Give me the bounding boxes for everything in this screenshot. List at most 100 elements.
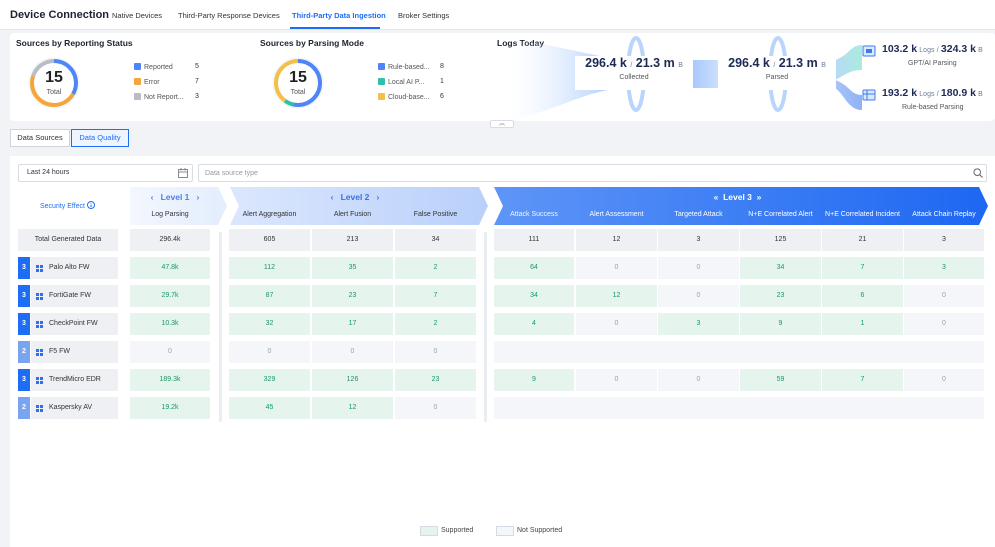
level-1-header: ‹ Level 1 › xyxy=(150,192,200,202)
table-cell: 329 xyxy=(229,369,310,391)
table-cell: 4 xyxy=(494,313,574,335)
table-cell: 0 xyxy=(395,397,476,419)
col-targeted-attack: Targeted Attack xyxy=(674,211,723,218)
data-source-name: F5 FW xyxy=(49,348,70,355)
table-cell: 12 xyxy=(576,285,657,307)
level-badge: 2 xyxy=(18,341,30,363)
table-cell: 0 xyxy=(658,285,739,307)
table-cell: 7 xyxy=(822,369,903,391)
level-badge: 3 xyxy=(18,369,30,391)
legend-supported-swatch xyxy=(420,526,438,536)
legend-not-supported-label: Not Supported xyxy=(517,527,563,534)
table-cell: 0 xyxy=(576,313,657,335)
table-cell: 12 xyxy=(312,397,393,419)
data-source-name: CheckPoint FW xyxy=(49,320,98,327)
app-grid-icon xyxy=(36,349,43,356)
col-attack-success: Attack Success xyxy=(510,211,558,218)
app-grid-icon xyxy=(36,293,43,300)
total-cell: 605 xyxy=(229,229,310,251)
col-ne-correlated-incident: N+E Correlated Incident xyxy=(825,211,900,218)
total-cell: 3 xyxy=(658,229,739,251)
col-alert-aggregation: Alert Aggregation xyxy=(242,211,297,218)
table-cell: 3 xyxy=(658,313,739,335)
table-cell: 0 xyxy=(312,341,393,363)
table-row-label[interactable]: CheckPoint FW xyxy=(31,313,118,335)
table-cell: 7 xyxy=(822,257,903,279)
table-cell: 34 xyxy=(740,257,821,279)
app-grid-icon xyxy=(36,405,43,412)
table-row-label[interactable]: Palo Alto FW xyxy=(31,257,118,279)
level-2-header: ‹ Level 2 › xyxy=(330,192,380,202)
level-3-header: « Level 3 » xyxy=(713,192,762,202)
col-attack-chain-replay: Attack Chain Replay xyxy=(912,211,976,218)
table-cell: 0 xyxy=(576,257,657,279)
total-cell: 34 xyxy=(395,229,476,251)
table-cell: 0 xyxy=(229,341,310,363)
table-row-label[interactable]: Kaspersky AV xyxy=(31,397,118,419)
total-cell: 213 xyxy=(312,229,393,251)
col-alert-fusion: Alert Fusion xyxy=(333,211,372,218)
data-source-name: Kaspersky AV xyxy=(49,404,93,411)
not-supported-cell xyxy=(494,341,984,363)
table-cell: 7 xyxy=(395,285,476,307)
legend-supported-label: Supported xyxy=(441,527,474,534)
total-cell: 3 xyxy=(904,229,984,251)
table-cell: 47.8k xyxy=(130,257,210,279)
total-cell: 12 xyxy=(576,229,657,251)
table-cell: 29.7k xyxy=(130,285,210,307)
table-cell: 0 xyxy=(904,285,984,307)
table-cell: 9 xyxy=(740,313,821,335)
table-cell: 126 xyxy=(312,369,393,391)
table-cell: 64 xyxy=(494,257,574,279)
total-generated-data-label: Total Generated Data xyxy=(18,229,118,251)
table-cell: 10.3k xyxy=(130,313,210,335)
level-divider xyxy=(484,232,487,422)
table-cell: 32 xyxy=(229,313,310,335)
info-icon[interactable] xyxy=(86,201,95,209)
table-cell: 9 xyxy=(494,369,574,391)
table-cell: 2 xyxy=(395,257,476,279)
table-cell: 0 xyxy=(904,313,984,335)
level-divider xyxy=(219,232,222,422)
table-cell: 0 xyxy=(576,369,657,391)
table-cell: 23 xyxy=(395,369,476,391)
table-cell: 87 xyxy=(229,285,310,307)
not-supported-cell xyxy=(494,397,984,419)
table-row-label[interactable]: TrendMicro EDR xyxy=(31,369,118,391)
table-row-label[interactable]: FortiGate FW xyxy=(31,285,118,307)
level-badge: 3 xyxy=(18,285,30,307)
table-cell: 17 xyxy=(312,313,393,335)
table-cell: 35 xyxy=(312,257,393,279)
table-cell: 1 xyxy=(822,313,903,335)
security-effect-label: Security Effect xyxy=(40,201,95,210)
table-cell: 0 xyxy=(658,257,739,279)
table-cell: 23 xyxy=(312,285,393,307)
level-badge: 2 xyxy=(18,397,30,419)
table-cell: 19.2k xyxy=(130,397,210,419)
app-grid-icon xyxy=(36,265,43,272)
table-cell: 59 xyxy=(740,369,821,391)
table-cell: 0 xyxy=(130,341,210,363)
app-grid-icon xyxy=(36,321,43,328)
table-cell: 0 xyxy=(904,369,984,391)
table-cell: 3 xyxy=(904,257,984,279)
legend-not-supported-swatch xyxy=(496,526,514,536)
table-row-label[interactable]: F5 FW xyxy=(31,341,118,363)
table-cell: 34 xyxy=(494,285,574,307)
col-false-positive: False Positive xyxy=(413,211,458,218)
table-cell: 23 xyxy=(740,285,821,307)
data-source-name: Palo Alto FW xyxy=(49,264,90,271)
data-source-name: FortiGate FW xyxy=(49,292,92,299)
total-cell: 296.4k xyxy=(130,229,210,251)
col-log-parsing: Log Parsing xyxy=(151,211,189,218)
table-cell: 0 xyxy=(395,341,476,363)
level-badge: 3 xyxy=(18,313,30,335)
total-cell: 21 xyxy=(822,229,903,251)
table-cell: 189.3k xyxy=(130,369,210,391)
level-badge: 3 xyxy=(18,257,30,279)
app-grid-icon xyxy=(36,377,43,384)
data-source-name: TrendMicro EDR xyxy=(49,376,101,383)
total-cell: 125 xyxy=(740,229,821,251)
total-cell: 111 xyxy=(494,229,574,251)
col-ne-correlated-alert: N+E Correlated Alert xyxy=(748,211,813,218)
